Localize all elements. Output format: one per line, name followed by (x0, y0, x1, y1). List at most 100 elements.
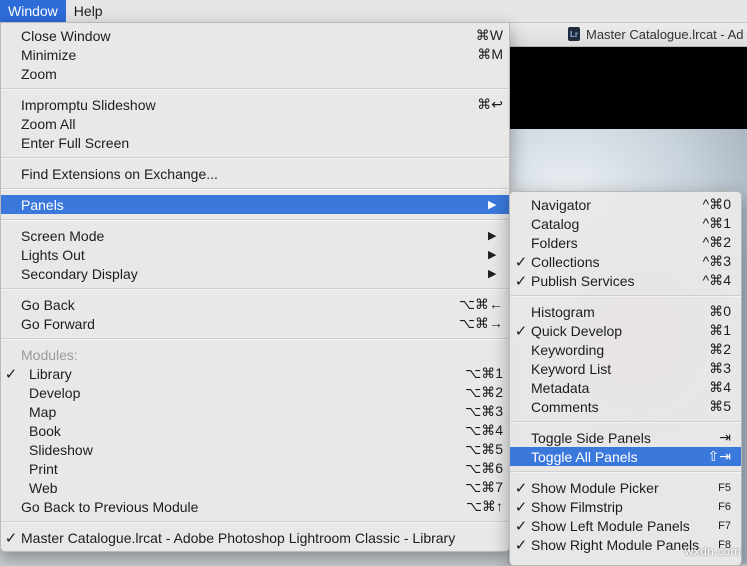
submenu-arrow-icon: ▶ (488, 268, 497, 280)
panels-menu-item-publish-services[interactable]: ✓ Publish Services ^⌘4 (510, 271, 741, 290)
keyboard-shortcut: ^⌘2 (702, 234, 731, 250)
window-menu-item-close-window[interactable]: Close Window ⌘W (1, 26, 509, 45)
keyboard-shortcut: ⌥⌘↑ (465, 498, 503, 514)
panels-menu-separator (510, 295, 741, 297)
menu-item-label: Comments (531, 398, 599, 415)
checkmark-icon: ✓ (4, 529, 18, 547)
window-menu-item-impromptu-slideshow[interactable]: Impromptu Slideshow ⌘↩ (1, 95, 509, 114)
toolbar-area (508, 47, 747, 129)
window-menu-item-screen-mode[interactable]: Screen Mode ▶ (1, 226, 509, 245)
keyboard-shortcut: ^⌘3 (702, 253, 731, 269)
menu-item-label: Enter Full Screen (21, 134, 130, 151)
window-menu-item-modules: Modules: (1, 345, 509, 364)
window-menu-separator (1, 88, 509, 90)
panels-menu-item-navigator[interactable]: Navigator ^⌘0 (510, 195, 741, 214)
menu-item-label: Secondary Display (21, 265, 138, 282)
menu-item-label: Go Forward (21, 315, 95, 332)
panels-menu-item-keyword-list[interactable]: Keyword List ⌘3 (510, 359, 741, 378)
menu-item-label: Develop (29, 384, 81, 401)
window-menu-separator (1, 157, 509, 159)
keyboard-shortcut: ⌘W (475, 27, 503, 43)
window-menu-separator (1, 338, 509, 340)
menu-item-label: Minimize (21, 46, 77, 63)
window-menu-item-go-back[interactable]: Go Back ⌥⌘← (1, 295, 509, 314)
keyboard-shortcut: ⌘2 (709, 341, 731, 357)
keyboard-shortcut: ⌥⌘3 (465, 403, 503, 419)
panels-menu-item-catalog[interactable]: Catalog ^⌘1 (510, 214, 741, 233)
menu-item-label: Go Back (21, 296, 75, 313)
checkmark-icon: ✓ (514, 517, 528, 535)
window-titlebar[interactable]: Lr Master Catalogue.lrcat - Ad (508, 22, 747, 47)
window-menu-item-go-back-to-previous-module[interactable]: Go Back to Previous Module ⌥⌘↑ (1, 497, 509, 516)
menubar-window[interactable]: Window (0, 0, 66, 22)
menubar-help[interactable]: Help (66, 0, 111, 22)
menu-item-label: Book (29, 422, 61, 439)
window-menu-item-panels[interactable]: Panels ▶ (1, 195, 509, 214)
checkmark-icon: ✓ (514, 479, 528, 497)
window-menu-item-secondary-display[interactable]: Secondary Display ▶ (1, 264, 509, 283)
keyboard-shortcut: ⌥⌘2 (465, 384, 503, 400)
keyboard-shortcut: F5 (718, 481, 731, 494)
menu-item-label: Master Catalogue.lrcat - Adobe Photoshop… (21, 529, 456, 546)
keyboard-shortcut: ⌥⌘→ (458, 315, 503, 331)
panels-menu-item-show-filmstrip[interactable]: ✓ Show Filmstrip F6 (510, 497, 741, 516)
keyboard-shortcut: ⌘0 (709, 303, 731, 319)
menu-item-label: Keywording (531, 341, 605, 358)
window-menu-item-enter-full-screen[interactable]: Enter Full Screen (1, 133, 509, 152)
window-menu-separator (1, 188, 509, 190)
menu-item-label: Panels (21, 196, 64, 213)
window-menu-item-zoom-all[interactable]: Zoom All (1, 114, 509, 133)
checkmark-icon: ✓ (4, 365, 18, 383)
window-menu-item-develop[interactable]: Develop ⌥⌘2 (1, 383, 509, 402)
window-menu-item-print[interactable]: Print ⌥⌘6 (1, 459, 509, 478)
panels-menu-item-keywording[interactable]: Keywording ⌘2 (510, 340, 741, 359)
window-menu-item-master-catalogue-lrcat-adobe-photoshop-l[interactable]: ✓ Master Catalogue.lrcat - Adobe Photosho… (1, 528, 509, 547)
menu-item-label: Screen Mode (21, 227, 105, 244)
panels-menu-item-show-left-module-panels[interactable]: ✓ Show Left Module Panels F7 (510, 516, 741, 535)
menu-item-label: Go Back to Previous Module (21, 498, 199, 515)
menu-item-label: Find Extensions on Exchange... (21, 165, 218, 182)
menu-item-label: Publish Services (531, 272, 635, 289)
panels-menu-item-metadata[interactable]: Metadata ⌘4 (510, 378, 741, 397)
panels-menu-item-folders[interactable]: Folders ^⌘2 (510, 233, 741, 252)
window-menu-separator (1, 288, 509, 290)
window-menu-item-lights-out[interactable]: Lights Out ▶ (1, 245, 509, 264)
keyboard-shortcut: ⇧⇥ (707, 448, 731, 464)
window-menu-item-web[interactable]: Web ⌥⌘7 (1, 478, 509, 497)
window-menu: Close Window ⌘W Minimize ⌘M Zoom Impromptu Sl… (0, 22, 510, 552)
panels-menu-item-comments[interactable]: Comments ⌘5 (510, 397, 741, 416)
lightroom-app-icon: Lr (568, 27, 580, 41)
menu-item-label: Metadata (531, 379, 590, 396)
window-menu-item-book[interactable]: Book ⌥⌘4 (1, 421, 509, 440)
panels-menu-item-toggle-all-panels[interactable]: Toggle All Panels ⇧⇥ (510, 447, 741, 466)
window-menu-item-zoom[interactable]: Zoom (1, 64, 509, 83)
keyboard-shortcut: ⌘5 (709, 398, 731, 414)
checkmark-icon: ✓ (514, 498, 528, 516)
menu-item-label: Zoom (21, 65, 57, 82)
window-menu-item-slideshow[interactable]: Slideshow ⌥⌘5 (1, 440, 509, 459)
keyboard-shortcut: ^⌘1 (702, 215, 731, 231)
keyboard-shortcut: ⌥⌘1 (465, 365, 503, 381)
window-menu-item-minimize[interactable]: Minimize ⌘M (1, 45, 509, 64)
keyboard-shortcut: ⌘4 (709, 379, 731, 395)
window-menu-item-find-extensions-on-exchange[interactable]: Find Extensions on Exchange... (1, 164, 509, 183)
panels-menu-item-collections[interactable]: ✓ Collections ^⌘3 (510, 252, 741, 271)
checkmark-icon: ✓ (514, 272, 528, 290)
window-menu-item-library[interactable]: ✓ Library ⌥⌘1 (1, 364, 509, 383)
panels-menu-item-toggle-side-panels[interactable]: Toggle Side Panels ⇥ (510, 428, 741, 447)
window-menu-separator (1, 521, 509, 523)
panels-submenu: Navigator ^⌘0 Catalog ^⌘1 Folders ^⌘2 ✓ Collect… (509, 191, 742, 566)
submenu-arrow-icon: ▶ (488, 230, 497, 242)
menu-item-label: Web (29, 479, 58, 496)
panels-menu-item-quick-develop[interactable]: ✓ Quick Develop ⌘1 (510, 321, 741, 340)
panels-menu-item-histogram[interactable]: Histogram ⌘0 (510, 302, 741, 321)
window-menu-item-go-forward[interactable]: Go Forward ⌥⌘→ (1, 314, 509, 333)
menu-item-label: Catalog (531, 215, 580, 232)
keyboard-shortcut: ⌘1 (709, 322, 731, 338)
keyboard-shortcut: F6 (718, 500, 731, 513)
menu-bar: Window Help (0, 0, 747, 23)
panels-menu-item-show-module-picker[interactable]: ✓ Show Module Picker F5 (510, 478, 741, 497)
window-menu-item-map[interactable]: Map ⌥⌘3 (1, 402, 509, 421)
watermark: wxdn.com (684, 545, 741, 558)
menu-item-label: Map (29, 403, 57, 420)
